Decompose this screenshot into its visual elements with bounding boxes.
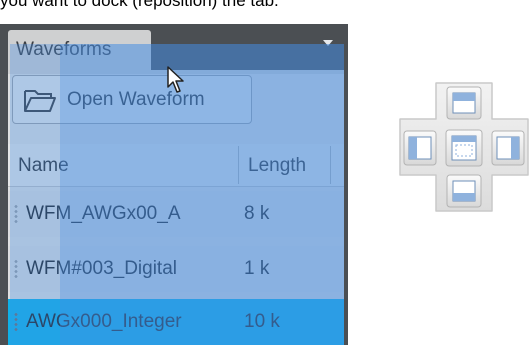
waveform-table-header: Name Length — [8, 144, 344, 187]
drag-grip-icon[interactable] — [14, 204, 18, 224]
waveform-name-cell: WFM_AWGx00_A — [26, 203, 181, 224]
table-row[interactable]: WFM#003_Digital 1 k — [8, 246, 344, 292]
column-divider[interactable] — [330, 146, 331, 184]
open-waveform-button[interactable]: Open Waveform — [12, 75, 252, 124]
waveforms-tab[interactable]: Waveforms — [8, 30, 151, 70]
column-header-name[interactable]: Name — [18, 155, 69, 177]
table-row-selected[interactable]: AWGx000_Integer 10 k — [8, 299, 344, 345]
drag-grip-icon[interactable] — [14, 312, 18, 332]
waveform-name-cell: WFM#003_Digital — [26, 258, 177, 279]
waveform-length-cell: 10 k — [244, 311, 280, 332]
waveform-name-cell: AWGx000_Integer — [26, 311, 182, 332]
folder-icon — [24, 90, 56, 112]
column-header-length[interactable]: Length — [248, 155, 306, 177]
table-row[interactable]: WFM_AWGx00_A 8 k — [8, 191, 344, 237]
waveform-length-cell: 8 k — [244, 203, 270, 224]
waveform-length-cell: 1 k — [244, 258, 270, 279]
drag-grip-icon[interactable] — [14, 259, 18, 279]
dock-position-guide-icon[interactable] — [398, 81, 530, 213]
waveforms-tab-label: Waveforms — [16, 39, 112, 60]
chevron-down-icon[interactable] — [323, 40, 333, 46]
mouse-cursor-icon — [167, 66, 184, 93]
instruction-caption: you want to dock (reposition) the tab. — [0, 0, 279, 10]
column-divider[interactable] — [238, 146, 239, 184]
